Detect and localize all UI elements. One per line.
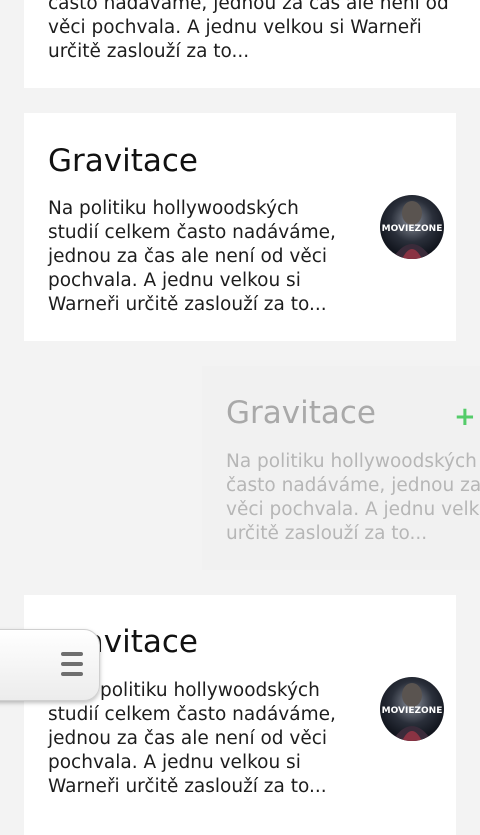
card-title: Gravitace <box>48 143 198 179</box>
card-body-text: Na politiku hollywoodských často nadávám… <box>226 450 480 546</box>
card-body-text: Na politiku hollywoodských studií celkem… <box>48 198 336 315</box>
thumbnail-label: MOVIEZONE <box>382 706 443 716</box>
news-card[interactable]: Gravitace Na politiku hollywoodských stu… <box>24 113 456 341</box>
body-line: pochvala. A jednu velkou si <box>48 752 301 773</box>
body-line: Na politiku hollywoodských <box>226 451 477 472</box>
moviezone-thumbnail: MOVIEZONE <box>380 195 444 259</box>
menu-icon <box>61 652 83 682</box>
thumbnail-label: MOVIEZONE <box>382 224 443 234</box>
body-line: jednou za čas ale není od věci <box>48 728 328 749</box>
card-body-text: často nadáváme, jednou za čas ale není o… <box>48 0 449 62</box>
drawer-handle-button[interactable] <box>0 629 100 701</box>
news-card[interactable]: často nadáváme, jednou za čas ale není o… <box>24 0 480 88</box>
body-line: Warneři určitě zaslouží za to... <box>48 776 327 797</box>
menu-bar <box>61 662 83 666</box>
body-line: určitě zaslouží za to... <box>226 523 428 544</box>
menu-bar <box>61 652 83 656</box>
menu-bar <box>61 672 83 676</box>
plus-icon[interactable]: + <box>454 404 476 430</box>
body-line: často nadáváme, jednou za <box>226 475 480 496</box>
news-card-swiping[interactable]: Gravitace + Na politiku hollywoodských č… <box>202 366 480 570</box>
body-line: studií celkem často nadáváme, <box>48 704 336 725</box>
card-title: Gravitace <box>226 395 376 431</box>
moviezone-thumbnail: MOVIEZONE <box>380 677 444 741</box>
body-line: věci pochvala. A jednu velk <box>226 499 480 520</box>
